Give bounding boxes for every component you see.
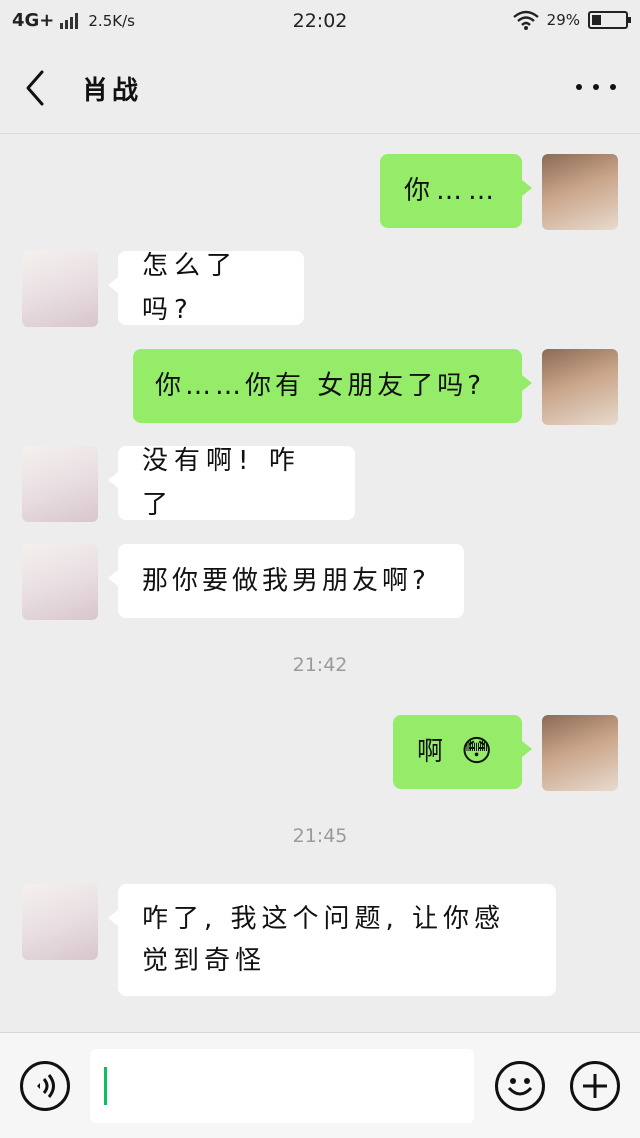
avatar-self[interactable] (542, 715, 618, 791)
message-bubble-self[interactable]: 啊 😳 (393, 715, 532, 789)
message-bubble-self[interactable]: 你…… (380, 154, 532, 228)
message-text: 没有啊! 咋了 (142, 446, 301, 520)
plus-icon (583, 1074, 607, 1098)
voice-button[interactable] (20, 1061, 70, 1111)
battery-icon (588, 11, 631, 29)
back-button[interactable] (22, 68, 52, 108)
message-text: 那你要做我男朋友啊? (142, 566, 430, 596)
message-text: 怎么了吗? (142, 251, 239, 325)
avatar-self[interactable] (542, 154, 618, 230)
text-caret (104, 1067, 107, 1105)
wifi-icon (512, 10, 539, 30)
avatar-contact[interactable] (22, 884, 98, 960)
input-bar (0, 1032, 640, 1138)
status-right: 29% (512, 10, 631, 30)
message-bubble-self[interactable]: 你……你有 女朋友了吗? (133, 349, 532, 423)
message-input[interactable] (90, 1049, 474, 1123)
emoji-button[interactable] (495, 1061, 545, 1111)
chat-header: 肖战 (0, 42, 640, 134)
avatar-contact[interactable] (22, 446, 98, 522)
flushed-face-emoji: 😳 (461, 734, 493, 769)
status-bar: 4G+ 2.5K/s 22:02 29% (0, 0, 640, 42)
chevron-left-icon (26, 70, 44, 106)
message-bubble-contact[interactable]: 怎么了吗? (108, 251, 304, 325)
emoji-icon (507, 1078, 533, 1096)
message-text: 啊 (417, 737, 450, 767)
more-button[interactable] (576, 72, 616, 102)
timestamp: 21:45 (292, 825, 348, 847)
more-functions-button[interactable] (570, 1061, 620, 1111)
timestamp: 21:42 (292, 654, 348, 676)
message-text: 你……你有 女朋友了吗? (155, 371, 486, 401)
avatar-contact[interactable] (22, 544, 98, 620)
voice-icon (37, 1074, 55, 1098)
dot (610, 84, 616, 90)
battery-percent: 29% (546, 11, 580, 29)
message-bubble-contact[interactable]: 那你要做我男朋友啊? (108, 544, 464, 618)
message-text-line: 咋了, 我这个问题, 让你感 (142, 904, 506, 934)
message-text: 你…… (404, 176, 501, 206)
message-text-line: 觉到奇怪 (142, 946, 267, 976)
chat-title: 肖战 (82, 76, 143, 106)
dot (593, 84, 599, 90)
message-bubble-contact[interactable]: 咋了, 我这个问题, 让你感 觉到奇怪 (108, 884, 556, 996)
dot (576, 84, 582, 90)
avatar-self[interactable] (542, 349, 618, 425)
message-bubble-contact[interactable]: 没有啊! 咋了 (108, 446, 355, 520)
avatar-contact[interactable] (22, 251, 98, 327)
battery-fill (592, 15, 601, 25)
